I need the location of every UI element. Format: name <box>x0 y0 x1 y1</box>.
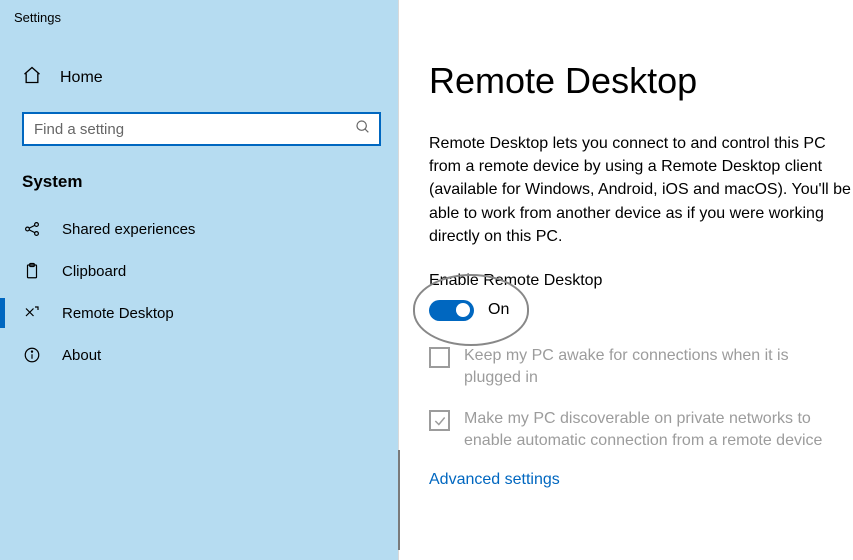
sidebar: Settings Home System <box>0 0 399 560</box>
checkbox-checked-icon[interactable] <box>429 410 450 431</box>
app-title: Settings <box>0 0 399 25</box>
option-keep-awake[interactable]: Keep my PC awake for connections when it… <box>429 345 849 388</box>
advanced-settings-link[interactable]: Advanced settings <box>429 471 853 489</box>
sidebar-home[interactable]: Home <box>0 65 399 90</box>
checkbox-unchecked-icon[interactable] <box>429 347 450 368</box>
search-input-container[interactable] <box>22 112 381 146</box>
option-discoverable[interactable]: Make my PC discoverable on private netwo… <box>429 408 849 451</box>
sidebar-item-label: Clipboard <box>62 263 126 280</box>
home-icon <box>22 65 42 90</box>
page-title: Remote Desktop <box>429 60 853 102</box>
main-content: Remote Desktop Remote Desktop lets you c… <box>399 0 853 560</box>
toggle-state-label: On <box>488 301 509 319</box>
enable-remote-desktop-toggle[interactable] <box>429 300 474 321</box>
sidebar-item-label: About <box>62 347 101 364</box>
page-description: Remote Desktop lets you connect to and c… <box>429 132 853 248</box>
sidebar-home-label: Home <box>60 69 103 87</box>
sidebar-item-shared-experiences[interactable]: Shared experiences <box>0 208 399 250</box>
option-discoverable-label: Make my PC discoverable on private netwo… <box>464 408 849 451</box>
sidebar-item-label: Shared experiences <box>62 221 195 238</box>
sidebar-nav: Shared experiences Clipboard Remote Desk… <box>0 208 399 376</box>
sidebar-item-clipboard[interactable]: Clipboard <box>0 250 399 292</box>
enable-remote-desktop-label: Enable Remote Desktop <box>429 272 853 290</box>
sidebar-item-about[interactable]: About <box>0 334 399 376</box>
clipboard-icon <box>22 262 42 280</box>
search-input[interactable] <box>32 120 355 139</box>
info-icon <box>22 346 42 364</box>
search-icon <box>355 119 371 140</box>
search-wrap <box>22 112 381 146</box>
sidebar-item-label: Remote Desktop <box>62 305 174 322</box>
remote-desktop-icon <box>22 304 42 322</box>
sidebar-item-remote-desktop[interactable]: Remote Desktop <box>0 292 399 334</box>
toggle-knob <box>456 303 470 317</box>
sidebar-section-title: System <box>0 146 399 192</box>
enable-remote-desktop-toggle-row: On <box>429 300 853 321</box>
share-icon <box>22 220 42 238</box>
option-keep-awake-label: Keep my PC awake for connections when it… <box>464 345 849 388</box>
